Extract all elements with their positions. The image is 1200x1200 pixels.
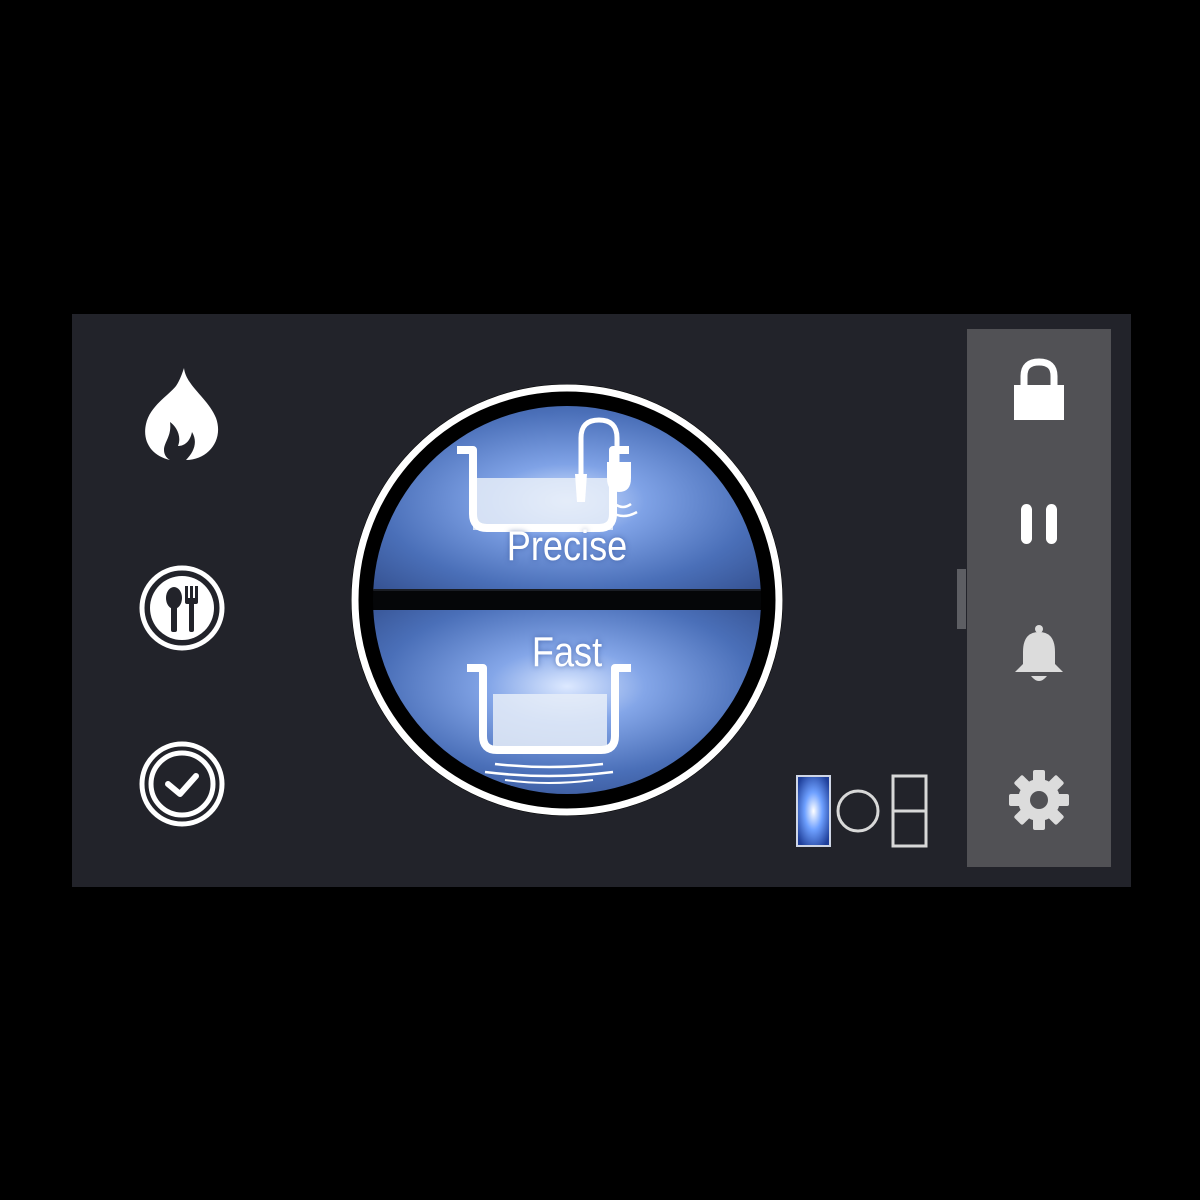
- precise-mode-label: Precise: [506, 522, 628, 569]
- round-zone-option: [836, 789, 880, 833]
- lock-icon: [1014, 358, 1064, 420]
- panel-drag-handle[interactable]: [957, 569, 966, 629]
- timer-button[interactable]: [134, 736, 230, 832]
- flame-icon: [145, 368, 219, 460]
- gear-icon: [1009, 770, 1069, 830]
- child-lock-button[interactable]: [989, 345, 1089, 435]
- cooking-mode-dial: Precise Fast: [345, 378, 789, 822]
- precise-mode-button[interactable]: Precise: [373, 394, 761, 590]
- zone-layout-icon: [796, 774, 928, 848]
- bell-icon: [1015, 625, 1063, 681]
- control-panel: [967, 329, 1111, 867]
- cooktop-display: Precise Fast: [72, 314, 1131, 887]
- clock-icon: [139, 741, 225, 827]
- fast-mode-button[interactable]: Fast: [373, 610, 761, 806]
- zone-layout-toggle[interactable]: [795, 774, 930, 850]
- alarm-button[interactable]: [989, 609, 1089, 699]
- pause-button[interactable]: [989, 479, 1089, 569]
- fast-mode-label: Fast: [531, 628, 603, 675]
- heat-mode-button[interactable]: [134, 366, 230, 462]
- flex-zone-option: [796, 775, 831, 847]
- recipes-button[interactable]: [134, 560, 230, 656]
- pause-icon: [1021, 504, 1057, 544]
- settings-button[interactable]: [989, 755, 1089, 845]
- plate-cutlery-icon: [139, 565, 225, 651]
